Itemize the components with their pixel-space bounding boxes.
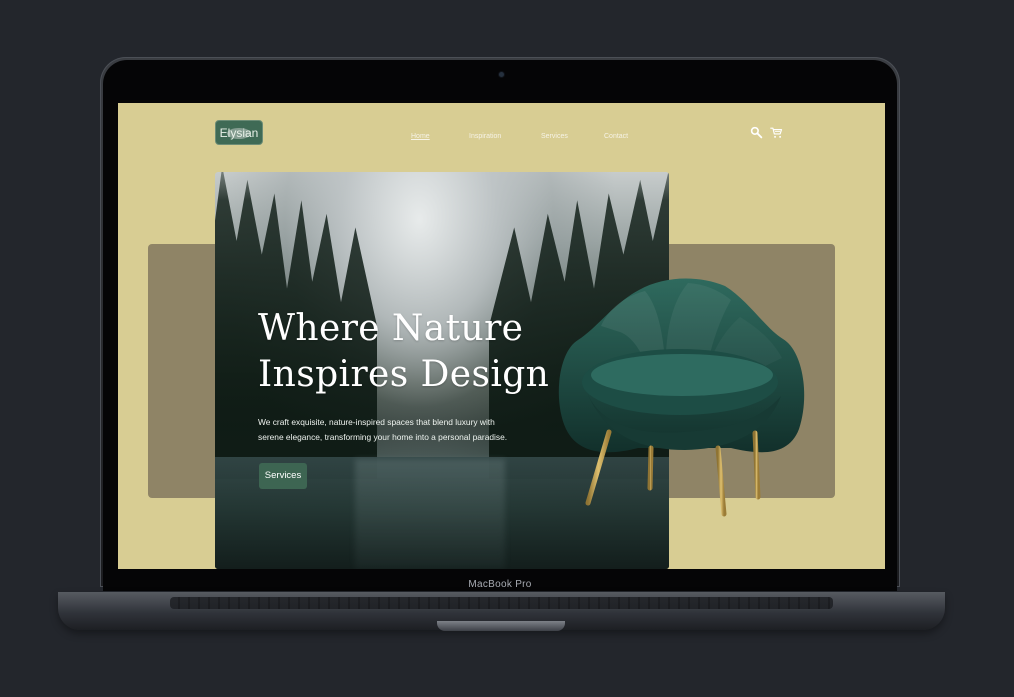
nav-inspiration-link[interactable]: Inspiration (469, 133, 501, 140)
hero-title: Where Nature Inspires Design (258, 308, 550, 395)
green-velvet-chair-image (558, 278, 805, 517)
nav-home-link[interactable]: Home (411, 133, 430, 140)
webcam-icon (499, 72, 504, 77)
cart-icon[interactable] (770, 126, 783, 139)
nav-contact-link[interactable]: Contact (604, 133, 628, 140)
laptop-hinge (437, 621, 565, 631)
device-brand-label: MacBook Pro (468, 579, 532, 590)
water-reflection (355, 459, 505, 569)
logo-text: Elysian (219, 126, 259, 140)
keyboard-edge (170, 597, 833, 609)
nav-services-link[interactable]: Services (541, 133, 568, 140)
search-icon[interactable] (750, 126, 763, 139)
website-screen: Elysian Home Inspiration Services Contac… (118, 103, 885, 569)
services-button[interactable]: Services (259, 463, 307, 489)
hero-description: We craft exquisite, nature-inspired spac… (258, 417, 508, 442)
site-logo[interactable]: Elysian (215, 120, 263, 145)
